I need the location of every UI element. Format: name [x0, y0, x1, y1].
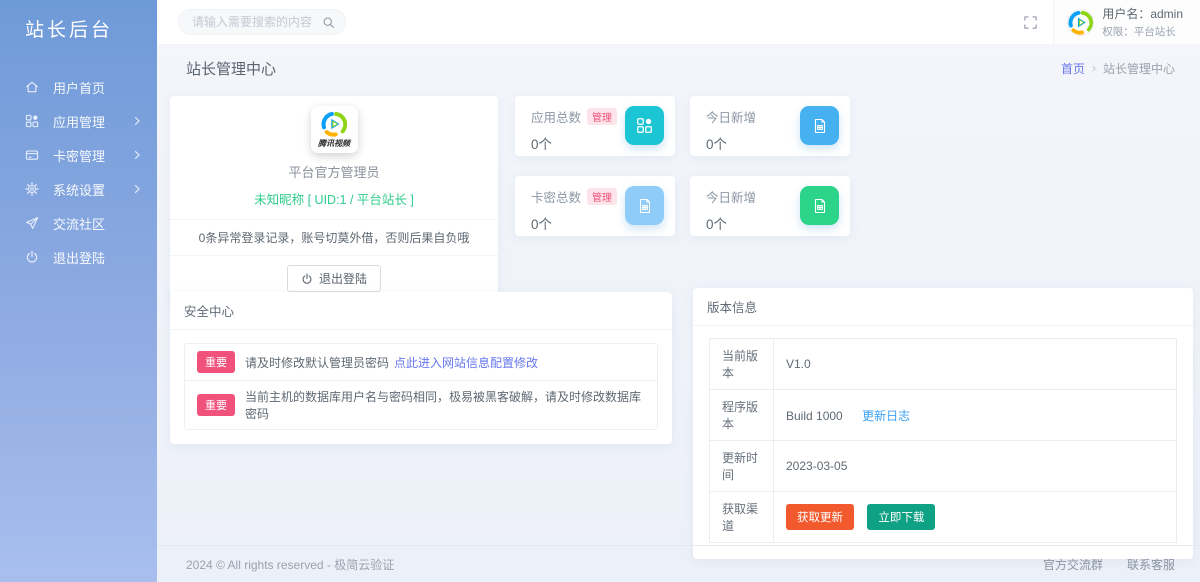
profile-role: 平台官方管理员: [170, 162, 498, 181]
home-icon: [25, 80, 40, 95]
download-now-button[interactable]: 立即下载: [867, 504, 935, 530]
contact-support-link[interactable]: 联系客服: [1127, 556, 1175, 573]
manage-badge[interactable]: 管理: [587, 188, 617, 205]
version-row-label: 程序版本: [710, 390, 774, 441]
tencent-video-logo: 腾讯视频: [311, 106, 358, 153]
file-icon: [800, 106, 839, 145]
sidebar-item-logout[interactable]: 退出登陆: [0, 240, 157, 274]
manage-badge[interactable]: 管理: [587, 108, 617, 125]
stat-card-cards-today: 今日新增 0个: [690, 176, 850, 236]
security-alert-box: 重要 请及时修改默认管理员密码 点此进入网站信息配置修改 重要 当前主机的数据库…: [184, 343, 658, 430]
version-info-card: 版本信息 当前版本 V1.0 程序版本 Build 1000 更新日志 更新时间…: [693, 288, 1193, 559]
login-notice: 0条异常登录记录，账号切莫外借，否则后果自负哦: [170, 220, 498, 255]
card-icon: [25, 148, 40, 163]
version-card-title: 版本信息: [693, 288, 1193, 326]
config-edit-link[interactable]: 点此进入网站信息配置修改: [394, 354, 538, 371]
profile-identity: 未知昵称 [ UID:1 / 平台站长 ]: [170, 189, 498, 219]
page-title: 站长管理中心: [186, 58, 276, 79]
send-icon: [25, 216, 40, 231]
security-card-title: 安全中心: [170, 292, 672, 330]
sidebar-menu: 用户首页 应用管理 卡密管理 系统设置: [0, 70, 157, 274]
version-row-value: Build 1000: [786, 409, 843, 423]
sidebar-item-app-manage[interactable]: 应用管理: [0, 104, 157, 138]
version-row-value: 2023-03-05: [774, 441, 1177, 492]
important-badge: 重要: [197, 394, 235, 416]
apps-icon: [25, 114, 40, 129]
main-area: 用户名：admin 权限：平台站长 站长管理中心 首页 站长管理中心 腾讯视频 …: [157, 0, 1200, 582]
sidebar-item-label: 交流社区: [53, 214, 105, 233]
power-icon: [301, 273, 313, 285]
avatar: [1068, 10, 1093, 35]
official-group-link[interactable]: 官方交流群: [1043, 556, 1103, 573]
logout-button-label: 退出登陆: [319, 270, 367, 287]
sidebar: 站长后台 用户首页 应用管理 卡密管理: [0, 0, 157, 582]
sidebar-item-card-manage[interactable]: 卡密管理: [0, 138, 157, 172]
version-row-label: 当前版本: [710, 339, 774, 390]
security-alert-row: 重要 当前主机的数据库用户名与密码相同，极易被黑客破解，请及时修改数据库密码: [185, 380, 657, 429]
sidebar-item-user-home[interactable]: 用户首页: [0, 70, 157, 104]
stat-card-apps-today: 今日新增 0个: [690, 96, 850, 156]
table-row: 获取渠道 获取更新 立即下载: [710, 492, 1177, 543]
stat-label: 今日新增: [706, 187, 756, 206]
sidebar-item-label: 应用管理: [53, 112, 105, 131]
sidebar-item-label: 用户首页: [53, 78, 105, 97]
table-row: 当前版本 V1.0: [710, 339, 1177, 390]
sidebar-item-label: 系统设置: [53, 180, 105, 199]
sidebar-item-label: 退出登陆: [53, 248, 105, 267]
important-badge: 重要: [197, 351, 235, 373]
changelog-link[interactable]: 更新日志: [862, 409, 910, 423]
table-row: 更新时间 2023-03-05: [710, 441, 1177, 492]
breadcrumb-home-link[interactable]: 首页: [1061, 60, 1085, 77]
table-row: 程序版本 Build 1000 更新日志: [710, 390, 1177, 441]
search-input[interactable]: [192, 15, 322, 29]
get-update-button[interactable]: 获取更新: [786, 504, 854, 530]
sidebar-item-system-settings[interactable]: 系统设置: [0, 172, 157, 206]
chevron-right-icon: [133, 116, 141, 126]
version-table: 当前版本 V1.0 程序版本 Build 1000 更新日志 更新时间 2023…: [709, 338, 1177, 543]
user-menu[interactable]: 用户名：admin 权限：平台站长: [1053, 0, 1200, 44]
user-role-label: 权限：平台站长: [1102, 24, 1183, 39]
breadcrumb-current: 站长管理中心: [1103, 60, 1175, 77]
search-box: [178, 9, 346, 35]
security-center-card: 安全中心 重要 请及时修改默认管理员密码 点此进入网站信息配置修改 重要 当前主…: [170, 292, 672, 444]
footer: 2024 © All rights reserved - 极简云验证 官方交流群…: [157, 545, 1200, 582]
gear-icon: [25, 182, 40, 197]
brand-name: 腾讯视频: [318, 138, 350, 149]
stat-label: 卡密总数: [531, 187, 581, 206]
app-title: 站长后台: [0, 0, 157, 42]
sidebar-item-community[interactable]: 交流社区: [0, 206, 157, 240]
stat-card-total-cards: 卡密总数 管理 0个: [515, 176, 675, 236]
copyright-text: 2024 © All rights reserved - 极简云验证: [186, 556, 394, 573]
breadcrumb-separator-icon: [1092, 61, 1096, 75]
alert-text: 当前主机的数据库用户名与密码相同，极易被黑客破解，请及时修改数据库密码: [245, 388, 645, 422]
version-row-value: V1.0: [774, 339, 1177, 390]
username-label: 用户名：admin: [1102, 5, 1183, 22]
file-icon: [625, 186, 664, 225]
chevron-right-icon: [133, 150, 141, 160]
power-icon: [25, 250, 40, 265]
breadcrumb: 首页 站长管理中心: [1061, 60, 1175, 77]
logout-button[interactable]: 退出登陆: [287, 265, 381, 292]
stat-label: 今日新增: [706, 107, 756, 126]
apps-icon: [625, 106, 664, 145]
file-icon: [800, 186, 839, 225]
topbar-right: 用户名：admin 权限：平台站长: [1007, 0, 1200, 44]
profile-card: 腾讯视频 平台官方管理员 未知昵称 [ UID:1 / 平台站长 ] 0条异常登…: [170, 96, 498, 303]
search-icon[interactable]: [322, 16, 335, 29]
chevron-right-icon: [133, 184, 141, 194]
stat-card-total-apps: 应用总数 管理 0个: [515, 96, 675, 156]
security-alert-row: 重要 请及时修改默认管理员密码 点此进入网站信息配置修改: [185, 344, 657, 380]
page-header: 站长管理中心 首页 站长管理中心: [157, 45, 1200, 91]
version-row-label: 更新时间: [710, 441, 774, 492]
alert-text: 请及时修改默认管理员密码: [245, 354, 389, 371]
sidebar-item-label: 卡密管理: [53, 146, 105, 165]
version-row-label: 获取渠道: [710, 492, 774, 543]
topbar: 用户名：admin 权限：平台站长: [157, 0, 1200, 45]
fullscreen-icon[interactable]: [1007, 15, 1053, 30]
stat-label: 应用总数: [531, 107, 581, 126]
